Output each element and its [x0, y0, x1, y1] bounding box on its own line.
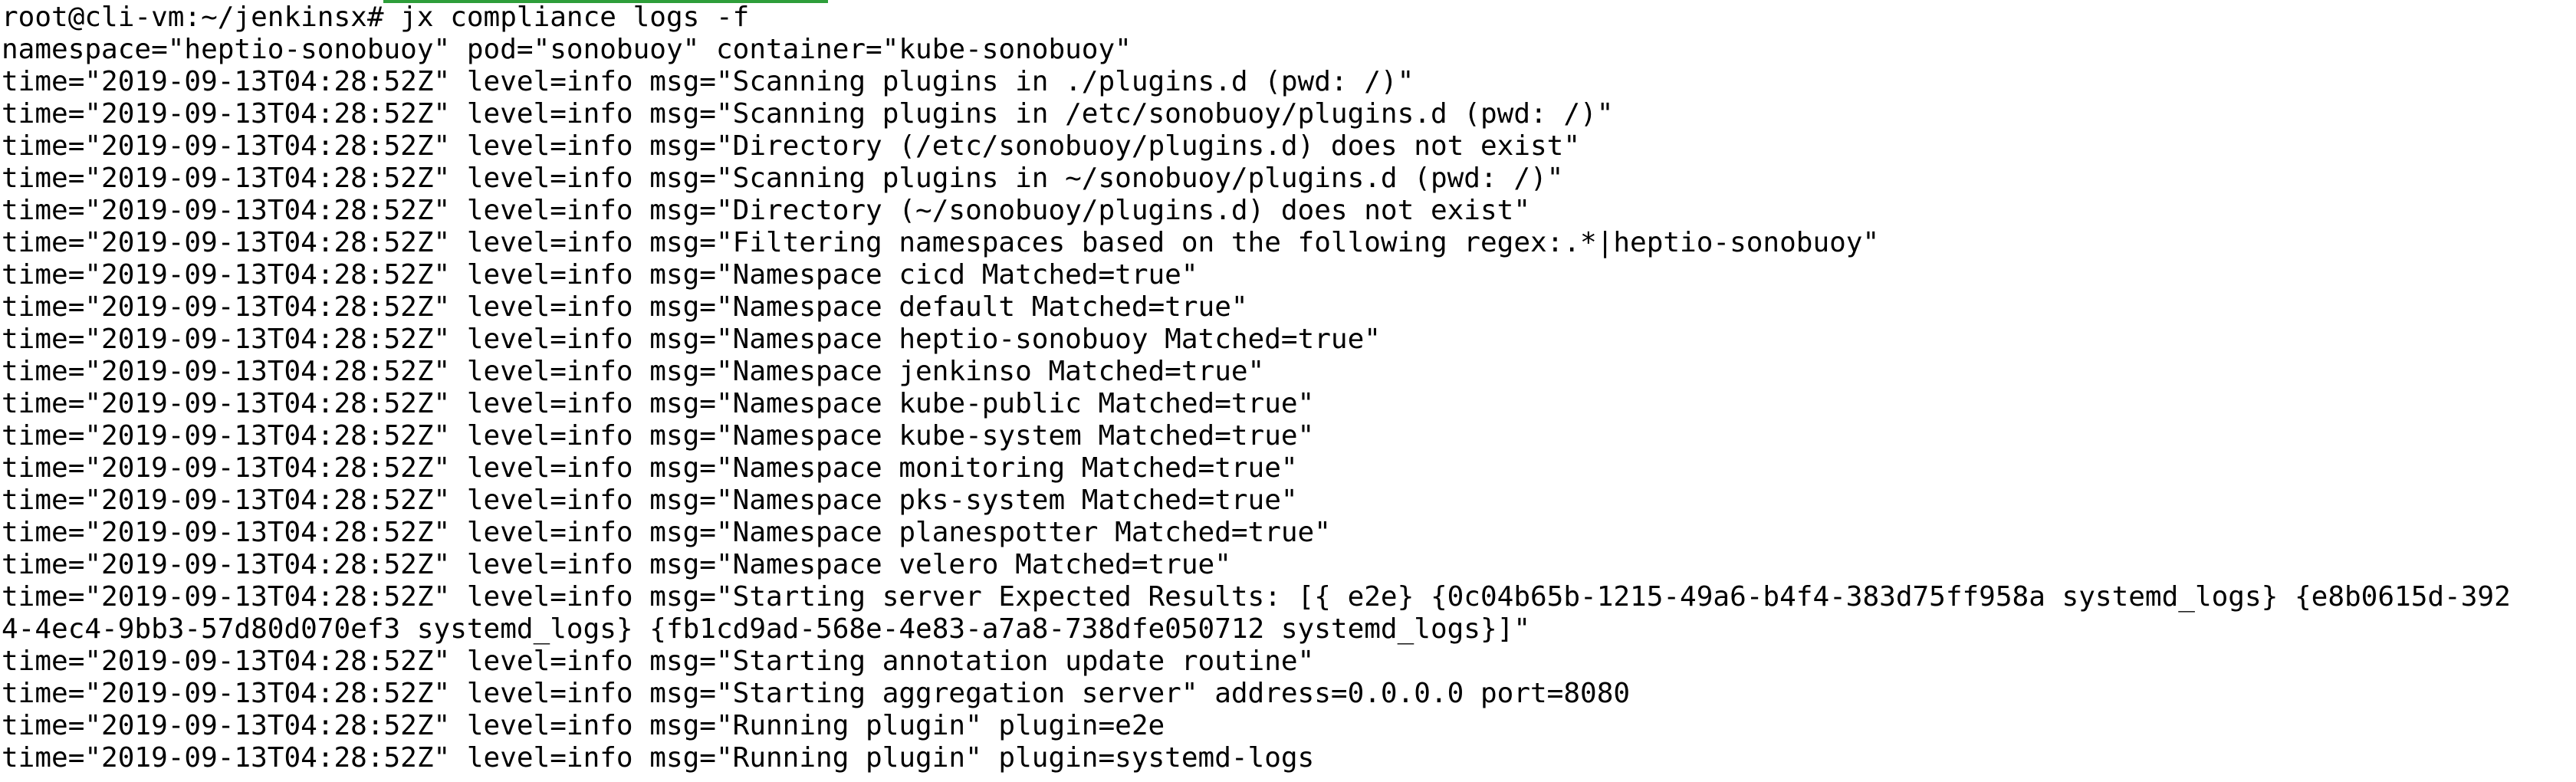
log-line: time="2019-09-13T04:28:52Z" level=info m…	[2, 420, 1315, 452]
terminal-window[interactable]: root@cli-vm:~/jenkinsx# jx compliance lo…	[0, 0, 2576, 782]
log-line: time="2019-09-13T04:28:52Z" level=info m…	[2, 742, 1315, 774]
log-line: time="2019-09-13T04:28:52Z" level=info m…	[2, 130, 1581, 162]
terminal-prompt-line: root@cli-vm:~/jenkinsx# jx compliance lo…	[2, 2, 750, 33]
log-line: time="2019-09-13T04:28:52Z" level=info m…	[2, 66, 1414, 97]
log-line: time="2019-09-13T04:28:52Z" level=info m…	[2, 291, 1248, 323]
log-line: time="2019-09-13T04:28:52Z" level=info m…	[2, 646, 1315, 677]
log-line: time="2019-09-13T04:28:52Z" level=info m…	[2, 259, 1198, 291]
log-line-wrapped: 4-4ec4-9bb3-57d80d070ef3 systemd_logs} {…	[2, 613, 1530, 645]
log-line: time="2019-09-13T04:28:52Z" level=info m…	[2, 678, 1631, 709]
log-line: time="2019-09-13T04:28:52Z" level=info m…	[2, 581, 2511, 613]
log-line: time="2019-09-13T04:28:52Z" level=info m…	[2, 163, 1564, 194]
log-line: time="2019-09-13T04:28:52Z" level=info m…	[2, 324, 1381, 355]
log-line: time="2019-09-13T04:28:52Z" level=info m…	[2, 452, 1298, 484]
terminal-output: root@cli-vm:~/jenkinsx# jx compliance lo…	[2, 2, 2511, 774]
log-line: time="2019-09-13T04:28:52Z" level=info m…	[2, 388, 1315, 419]
log-line: time="2019-09-13T04:28:52Z" level=info m…	[2, 485, 1298, 516]
log-line: time="2019-09-13T04:28:52Z" level=info m…	[2, 517, 1331, 548]
log-line: time="2019-09-13T04:28:52Z" level=info m…	[2, 549, 1231, 580]
log-line: time="2019-09-13T04:28:52Z" level=info m…	[2, 227, 1880, 258]
log-line: time="2019-09-13T04:28:52Z" level=info m…	[2, 98, 1614, 130]
log-line: time="2019-09-13T04:28:52Z" level=info m…	[2, 356, 1265, 387]
log-line: time="2019-09-13T04:28:52Z" level=info m…	[2, 710, 1165, 741]
log-line: time="2019-09-13T04:28:52Z" level=info m…	[2, 195, 1530, 226]
log-line: namespace="heptio-sonobuoy" pod="sonobuo…	[2, 34, 1132, 65]
